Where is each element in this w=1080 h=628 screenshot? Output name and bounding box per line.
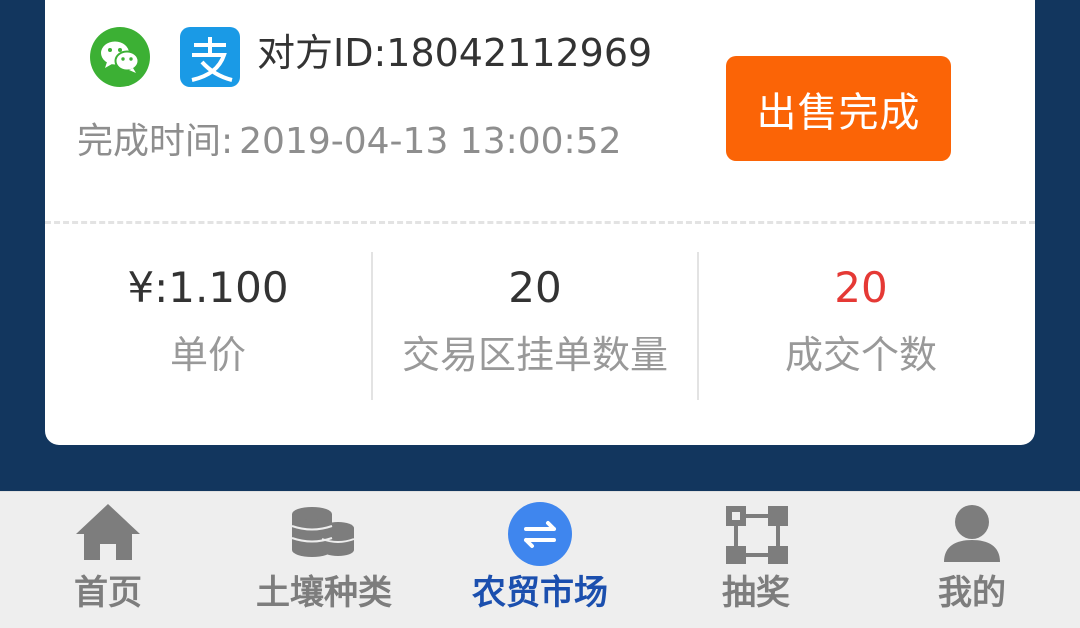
- stat-value: 20: [834, 263, 888, 312]
- tab-label: 抽奖: [722, 573, 790, 613]
- stat-value: 20: [508, 263, 562, 312]
- tab-soil-types[interactable]: 土壤种类: [216, 492, 432, 628]
- exchange-icon: [432, 498, 648, 566]
- user-icon: [864, 498, 1080, 566]
- completion-time-label: 完成时间:: [77, 121, 234, 162]
- tab-label: 我的: [938, 573, 1006, 613]
- home-icon: [0, 498, 216, 566]
- tab-farm-market[interactable]: 农贸市场: [432, 492, 648, 628]
- tab-label: 农贸市场: [472, 573, 608, 613]
- stat-value: ¥:1.100: [127, 263, 289, 312]
- sale-completed-button[interactable]: 出售完成: [726, 56, 951, 161]
- tab-lottery[interactable]: 抽奖: [648, 492, 864, 628]
- stat-label: 交易区挂单数量: [401, 333, 668, 377]
- coins-stack-icon: [216, 498, 432, 566]
- stat-label: 成交个数: [784, 333, 937, 377]
- wechat-pay-icon: [90, 27, 150, 87]
- completion-time: 完成时间: 2019-04-13 13:00:52: [77, 120, 621, 164]
- bottom-tab-bar: 首页 土壤种类 农贸市场 抽奖 我的: [0, 491, 1080, 628]
- peer-id: 对方ID:18042112969: [257, 31, 653, 75]
- order-card: 对方ID:18042112969 完成时间: 2019-04-13 13:00:5…: [45, 0, 1035, 445]
- alipay-icon: [180, 27, 240, 87]
- dashed-divider: [45, 221, 1035, 224]
- tab-label: 首页: [74, 573, 142, 613]
- tab-profile[interactable]: 我的: [864, 492, 1080, 628]
- tab-label: 土壤种类: [256, 573, 392, 613]
- tab-home[interactable]: 首页: [0, 492, 216, 628]
- stat-unit-price: ¥:1.100 单价: [45, 252, 371, 400]
- completion-time-value: 2019-04-13 13:00:52: [239, 121, 622, 162]
- stat-listing-count: 20 交易区挂单数量: [371, 252, 697, 400]
- stat-deal-count: 20 成交个数: [697, 252, 1023, 400]
- stat-label: 单价: [169, 333, 246, 377]
- network-grid-icon: [648, 498, 864, 566]
